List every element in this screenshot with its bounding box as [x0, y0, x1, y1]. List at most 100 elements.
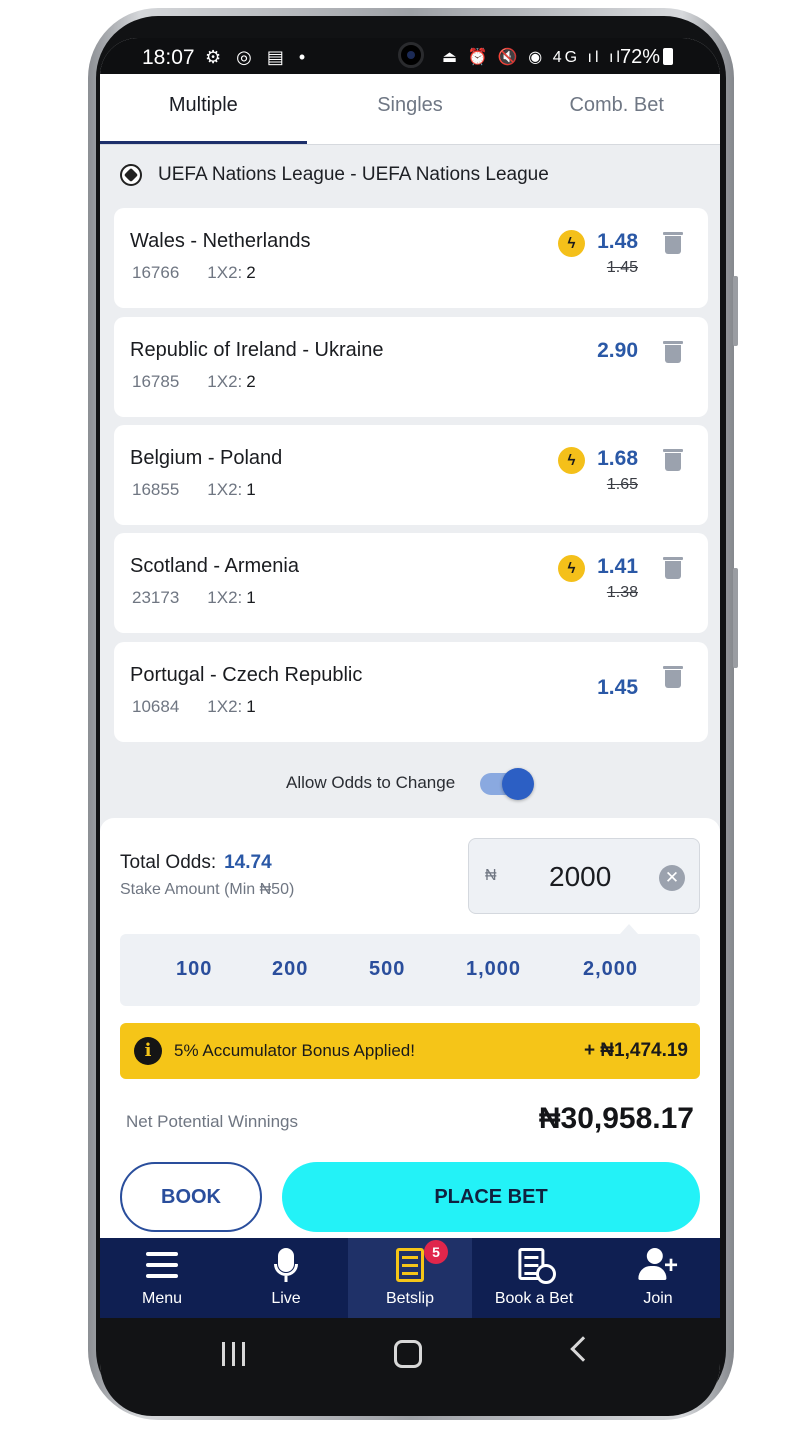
quick-stake-button[interactable]: 200 — [272, 958, 308, 981]
market-label: 1X2: — [207, 372, 243, 391]
market-label: 1X2: — [207, 480, 243, 499]
volume-button — [733, 276, 738, 346]
selection: 2 — [246, 263, 256, 282]
quick-stake-button[interactable]: 1,000 — [466, 958, 521, 981]
allow-odds-toggle[interactable] — [480, 768, 534, 800]
nav-betslip[interactable]: 5 Betslip — [348, 1238, 472, 1318]
current-odd: 1.41 — [597, 555, 638, 578]
power-button — [733, 568, 738, 668]
tab-multiple[interactable]: Multiple — [100, 74, 307, 144]
current-odd: 1.48 — [597, 230, 638, 253]
front-camera — [398, 42, 424, 68]
place-bet-button[interactable]: PLACE BET — [282, 1162, 700, 1232]
nav-menu[interactable]: Menu — [100, 1238, 224, 1318]
status-bar: 18:07 ⚙ ◎ ▤ • ⏏ ⏰ 🔇 ◉ 4G ıl ıl 72% — [100, 38, 720, 74]
bet-meta: 16766 1X2: 2 — [132, 263, 256, 283]
plus-icon: + — [664, 1252, 679, 1279]
match-name: Wales - Netherlands — [130, 230, 311, 252]
trash-icon[interactable] — [663, 666, 683, 688]
match-name: Belgium - Poland — [130, 447, 283, 469]
bet-meta: 16855 1X2: 1 — [132, 480, 256, 500]
match-name: Republic of Ireland - Ukraine — [130, 339, 384, 361]
odds-boost-icon: ϟ — [558, 447, 585, 474]
status-right-icons: ⏏ ⏰ 🔇 ◉ 4G ıl ıl — [442, 49, 623, 66]
stake-input[interactable]: ₦ 2000 ✕ — [468, 838, 700, 914]
selection: 1 — [246, 588, 256, 607]
total-odds: Total Odds: 14.74 — [120, 852, 272, 874]
back-icon[interactable] — [570, 1336, 596, 1362]
event-id: 10684 — [132, 697, 180, 716]
event-id: 16766 — [132, 263, 180, 282]
clear-icon[interactable]: ✕ — [659, 865, 685, 891]
allow-odds-row: Allow Odds to Change — [100, 766, 720, 802]
previous-odd: 1.45 — [606, 259, 638, 276]
league-name: UEFA Nations League - UEFA Nations Leagu… — [158, 164, 549, 185]
trash-icon[interactable] — [663, 232, 683, 254]
bet-card: Scotland - Armenia 23173 1X2: 1 ϟ 1.41 1.3… — [114, 533, 708, 633]
nav-book-a-bet[interactable]: Book a Bet — [472, 1238, 596, 1318]
menu-icon — [146, 1252, 178, 1278]
match-name: Scotland - Armenia — [130, 555, 299, 577]
allow-odds-label: Allow Odds to Change — [286, 773, 456, 792]
phone-screen: 18:07 ⚙ ◎ ▤ • ⏏ ⏰ 🔇 ◉ 4G ıl ıl 72% Multi… — [100, 38, 720, 1416]
trash-icon[interactable] — [663, 449, 683, 471]
bet-card: Portugal - Czech Republic 10684 1X2: 1 1.4… — [114, 642, 708, 742]
info-icon: i — [134, 1037, 162, 1065]
selection: 1 — [246, 697, 256, 716]
bonus-text: 5% Accumulator Bonus Applied! — [174, 1041, 415, 1060]
tab-comb-bet[interactable]: Comb. Bet — [513, 74, 720, 144]
stake-value: 2000 — [549, 861, 612, 892]
nav-live[interactable]: Live — [224, 1238, 348, 1318]
selection: 2 — [246, 372, 256, 391]
bet-type-tabs: Multiple Singles Comb. Bet — [100, 74, 720, 144]
tab-singles[interactable]: Singles — [307, 74, 514, 144]
recent-apps-icon[interactable] — [220, 1342, 248, 1366]
betslip-count-badge: 5 — [424, 1240, 448, 1264]
event-id: 16785 — [132, 372, 180, 391]
bottom-nav: Menu Live 5 Betslip Book a Bet + Join — [100, 1238, 720, 1318]
market-label: 1X2: — [207, 697, 243, 716]
accumulator-bonus-bar: i 5% Accumulator Bonus Applied! + ₦1,474… — [120, 1023, 700, 1079]
trash-icon[interactable] — [663, 557, 683, 579]
quick-stake-button[interactable]: 100 — [176, 958, 212, 981]
bet-meta: 23173 1X2: 1 — [132, 588, 256, 608]
bet-card: Republic of Ireland - Ukraine 16785 1X2: 2… — [114, 317, 708, 417]
bet-card: Wales - Netherlands 16766 1X2: 2 ϟ 1.48 1.… — [114, 208, 708, 308]
nav-join-label: Join — [643, 1290, 673, 1307]
add-user-icon — [646, 1248, 663, 1264]
market-label: 1X2: — [207, 588, 243, 607]
net-winnings-value: ₦30,958.17 — [538, 1102, 694, 1135]
nav-betslip-label: Betslip — [385, 1290, 435, 1307]
stake-min-label: Stake Amount (Min ₦50) — [120, 881, 295, 898]
quick-stake-button[interactable]: 500 — [369, 958, 405, 981]
battery-percent: 72% — [620, 46, 661, 68]
betslip-icon — [396, 1248, 424, 1282]
status-time: 18:07 — [142, 46, 195, 69]
odds-boost-icon: ϟ — [558, 555, 585, 582]
current-odd: 2.90 — [597, 339, 638, 362]
quick-stake-row: 100 200 500 1,000 2,000 — [120, 934, 700, 1006]
bet-card: Belgium - Poland 16855 1X2: 1 ϟ 1.68 1.65 — [114, 425, 708, 525]
event-id: 23173 — [132, 588, 180, 607]
stake-pointer — [620, 924, 638, 934]
betslip-summary: Total Odds: 14.74 Stake Amount (Min ₦50) … — [100, 818, 720, 1238]
event-id: 16855 — [132, 480, 180, 499]
nav-book-a-bet-label: Book a Bet — [494, 1290, 574, 1307]
nav-join[interactable]: + Join — [596, 1238, 720, 1318]
book-button[interactable]: BOOK — [120, 1162, 262, 1232]
home-icon[interactable] — [394, 1340, 422, 1368]
nav-live-label: Live — [271, 1290, 301, 1307]
previous-odd: 1.65 — [606, 476, 638, 493]
battery-icon — [663, 48, 674, 65]
quick-stake-button[interactable]: 2,000 — [583, 958, 638, 981]
bet-meta: 10684 1X2: 1 — [132, 697, 256, 717]
net-winnings-label: Net Potential Winnings — [126, 1112, 298, 1131]
currency-symbol: ₦ — [485, 867, 497, 884]
league-header: UEFA Nations League - UEFA Nations Leagu… — [120, 160, 549, 190]
toggle-knob — [502, 768, 534, 800]
battery-indicator: 72% — [620, 46, 674, 69]
trash-icon[interactable] — [663, 341, 683, 363]
bet-meta: 16785 1X2: 2 — [132, 372, 256, 392]
match-name: Portugal - Czech Republic — [130, 664, 363, 686]
selection: 1 — [246, 480, 256, 499]
